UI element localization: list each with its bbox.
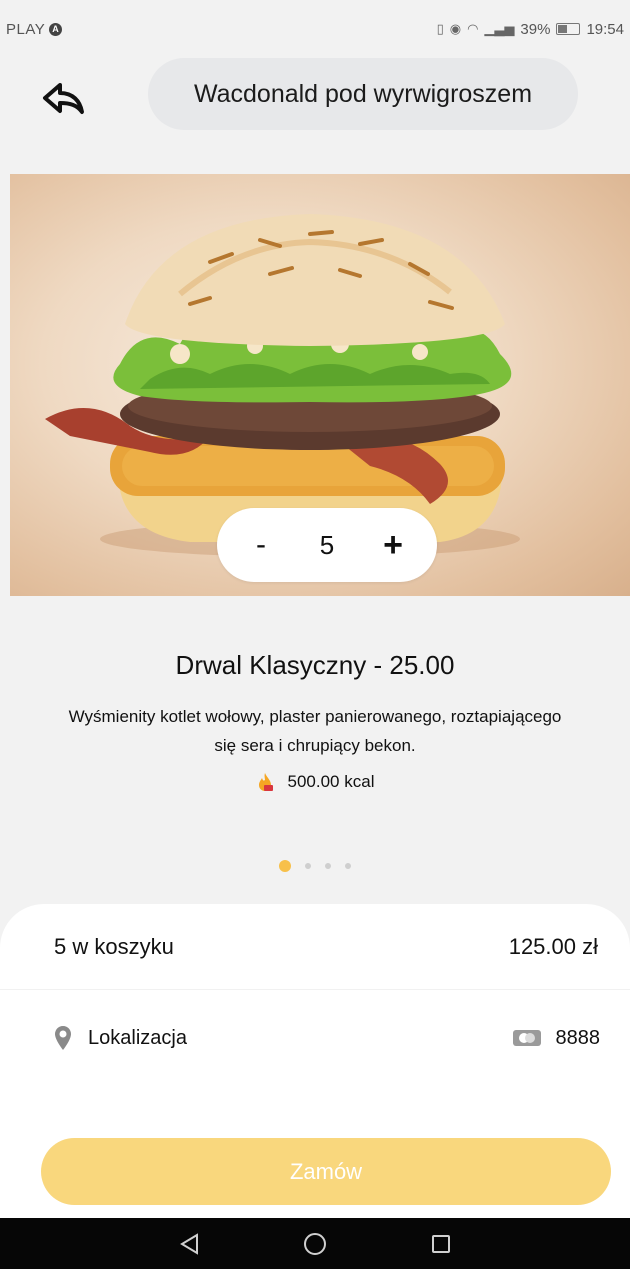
- pager-dot[interactable]: [305, 863, 311, 869]
- clock: 19:54: [586, 20, 624, 38]
- nav-recents-button[interactable]: [426, 1229, 456, 1259]
- image-pager: [0, 860, 630, 872]
- location-pin-icon: [55, 1026, 71, 1050]
- product-name: Drwal Klasyczny - 25.00: [175, 650, 455, 680]
- cart-total: 125.00 zł: [508, 933, 598, 959]
- cart-count: 5 w koszyku: [54, 933, 174, 959]
- status-bar: PLAY A ▯ ◉ ◠ ▁▃▅ 39% 19:54: [0, 0, 630, 58]
- flame-icon: [258, 773, 273, 791]
- pager-dot[interactable]: [325, 863, 331, 869]
- card-icon: [512, 1030, 541, 1046]
- carrier-badge: A: [49, 22, 63, 36]
- cart-summary: 5 w koszyku 125.00 zł: [0, 904, 630, 990]
- page-title: Wacdonald pod wyrwigroszem: [148, 58, 578, 130]
- status-right: ▯ ◉ ◠ ▁▃▅ 39% 19:54: [437, 21, 624, 38]
- quantity-increase-button[interactable]: +: [379, 528, 407, 562]
- battery-percent: 39%: [520, 20, 551, 38]
- status-left: PLAY A: [6, 20, 63, 38]
- location-selector[interactable]: Lokalizacja: [54, 1025, 187, 1051]
- quantity-decrease-button[interactable]: -: [247, 530, 275, 560]
- location-label: Lokalizacja: [88, 1026, 187, 1049]
- pager-dot[interactable]: [345, 863, 351, 869]
- header: Wacdonald pod wyrwigroszem: [0, 58, 630, 150]
- kcal-row: 500.00 kcal: [0, 772, 630, 792]
- triangle-back-icon: [180, 1232, 198, 1255]
- quantity-value: 5: [319, 529, 335, 560]
- product-description: Wyśmienity kotlet wołowy, plaster panier…: [68, 707, 562, 755]
- nav-home-button[interactable]: [300, 1229, 330, 1259]
- wifi-icon: ◠: [467, 21, 479, 36]
- order-button[interactable]: Zamów: [41, 1138, 611, 1205]
- nav-back-button[interactable]: [174, 1229, 204, 1259]
- carrier-name: PLAY: [6, 20, 46, 38]
- system-nav-bar: [0, 1218, 630, 1269]
- back-button[interactable]: [36, 76, 90, 120]
- eye-icon: ◉: [449, 21, 462, 36]
- back-arrow-icon: [43, 83, 84, 114]
- signal-icon: ▁▃▅: [484, 21, 515, 36]
- vibrate-icon: ▯: [436, 21, 444, 36]
- quantity-stepper: - 5 +: [217, 508, 437, 582]
- battery-icon: [556, 23, 581, 35]
- square-recents-icon: [432, 1234, 450, 1253]
- card-number: 8888: [555, 1026, 601, 1049]
- circle-home-icon: [304, 1232, 326, 1255]
- location-row: Lokalizacja 8888: [0, 996, 630, 1080]
- payment-card-selector[interactable]: 8888: [512, 1026, 601, 1050]
- pager-dot[interactable]: [279, 860, 291, 872]
- kcal-value: 500.00 kcal: [287, 772, 375, 791]
